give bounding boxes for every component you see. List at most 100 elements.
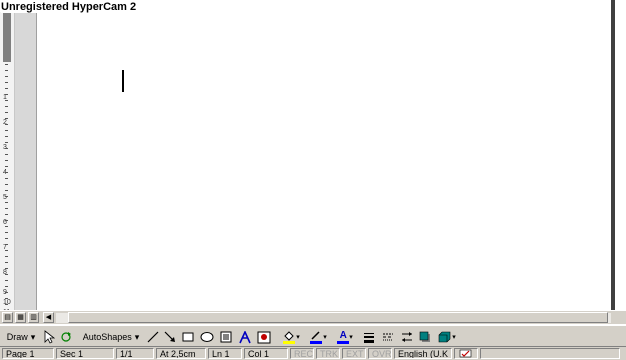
ruler-tick: [5, 88, 8, 89]
shadow-icon[interactable]: [418, 329, 432, 345]
ruler-tick: [5, 262, 8, 263]
web-layout-button[interactable]: ▦: [15, 312, 26, 323]
print-layout-button[interactable]: ▥: [28, 312, 39, 323]
line-icon[interactable]: [146, 329, 160, 345]
3d-icon[interactable]: ▾: [436, 329, 458, 345]
status-language[interactable]: English (U.K: [394, 348, 452, 359]
scroll-left-button[interactable]: ◀: [43, 312, 54, 323]
ruler-tick: [5, 244, 8, 245]
horizontal-scrollbar[interactable]: ▤ ▦ ▥ ◀: [0, 310, 626, 324]
chevron-down-icon: ▾: [349, 334, 353, 341]
arrow-icon[interactable]: [163, 329, 177, 345]
wordart-icon[interactable]: [237, 329, 253, 345]
document-page[interactable]: [37, 0, 611, 310]
autoshapes-label: AutoShapes: [82, 332, 132, 342]
ruler-tick: [5, 76, 8, 77]
ruler-tick: [5, 160, 8, 161]
status-bar: Page 1 Sec 1 1/1 At 2,5cm Ln 1 Col 1 REC…: [0, 347, 626, 360]
ruler-tick: [5, 238, 8, 239]
rectangle-icon[interactable]: [181, 329, 195, 345]
page-left-margin: [15, 12, 37, 310]
ruler-tick: [5, 100, 8, 101]
ruler-tick: [5, 148, 8, 149]
free-rotate-icon[interactable]: [59, 329, 73, 345]
page-right-gap: [615, 0, 626, 310]
chevron-down-icon: ▾: [323, 334, 327, 341]
fill-color-icon[interactable]: ▾: [280, 329, 302, 345]
autoshapes-menu-button[interactable]: AutoShapes ▾: [80, 329, 142, 345]
ruler-tick: [5, 172, 8, 173]
line-color-icon[interactable]: ▾: [307, 329, 329, 345]
line-color-swatch: [310, 341, 323, 344]
ruler-tick: [5, 214, 8, 215]
select-objects-icon[interactable]: [42, 329, 56, 345]
ruler-tick: [5, 196, 8, 197]
ruler-tick: [5, 106, 8, 107]
arrow-style-icon[interactable]: [400, 329, 414, 345]
ruler-margin-top: [3, 12, 11, 62]
oval-icon[interactable]: [199, 329, 215, 345]
clip-art-icon[interactable]: [256, 329, 272, 345]
ruler-tick: [5, 250, 8, 251]
status-page-count: 1/1: [116, 348, 154, 359]
ruler-tick: [5, 220, 8, 221]
status-column: Col 1: [244, 348, 288, 359]
ruler-tick: [5, 274, 8, 275]
ruler-tick: [5, 82, 8, 83]
draw-label: Draw: [6, 332, 28, 342]
ruler-tick: [5, 232, 8, 233]
document-area[interactable]: 1 2 3 4 5 6 7 8 9 10 11: [0, 0, 626, 316]
font-color-icon[interactable]: A ▾: [334, 329, 356, 345]
ruler-tick: [5, 202, 8, 203]
status-line: Ln 1: [208, 348, 242, 359]
fill-color-swatch: [283, 341, 296, 344]
ruler-tick: [5, 184, 8, 185]
line-style-icon[interactable]: [362, 329, 376, 345]
status-section: Sec 1: [56, 348, 114, 359]
ruler-tick: [5, 190, 8, 191]
draw-menu-button[interactable]: Draw ▾: [4, 329, 38, 345]
status-page: Page 1: [2, 348, 54, 359]
hypercam-watermark: Unregistered HyperCam 2: [1, 1, 139, 13]
scroll-thumb[interactable]: [68, 312, 608, 323]
status-empty-panel: [480, 348, 620, 359]
font-color-glyph: A: [339, 329, 347, 341]
text-box-icon[interactable]: [219, 329, 233, 345]
ruler-tick: [5, 256, 8, 257]
ruler-tick: [5, 124, 8, 125]
ruler-tick: [5, 304, 8, 305]
ruler-tick: [5, 178, 8, 179]
ruler-tick: [5, 70, 8, 71]
dash-style-icon[interactable]: [381, 329, 395, 345]
ruler-tick: [5, 130, 8, 131]
text-cursor: [122, 70, 124, 92]
ruler-tick: [5, 94, 8, 95]
status-ext[interactable]: EXT: [342, 348, 366, 359]
ruler-tick: [5, 136, 8, 137]
ruler-tick: [5, 268, 8, 269]
ruler-tick: [5, 64, 8, 65]
ruler-tick: [5, 166, 8, 167]
status-rec[interactable]: REC: [290, 348, 314, 359]
ruler-tick: [5, 118, 8, 119]
chevron-down-icon: ▾: [30, 331, 36, 342]
ruler-tick: [5, 292, 8, 293]
ruler-tick: [5, 208, 8, 209]
ruler-tick: [5, 298, 8, 299]
ruler-tick: [5, 142, 8, 143]
normal-view-button[interactable]: ▤: [2, 312, 13, 323]
font-color-swatch: [337, 340, 350, 344]
status-at: At 2,5cm: [156, 348, 206, 359]
chevron-down-icon: ▾: [452, 334, 456, 341]
ruler-tick: [5, 280, 8, 281]
ruler-tick: [5, 112, 8, 113]
drawing-toolbar: Draw ▾ AutoShapes ▾ ▾ ▾ A ▾ ▾: [0, 325, 626, 347]
status-trk[interactable]: TRK: [316, 348, 340, 359]
status-ovr[interactable]: OVR: [368, 348, 392, 359]
ruler-tick: [5, 226, 8, 227]
ruler-tick: [5, 154, 8, 155]
ruler-tick: [5, 286, 8, 287]
chevron-down-icon: ▾: [134, 331, 140, 342]
vertical-ruler[interactable]: 1 2 3 4 5 6 7 8 9 10 11: [0, 12, 15, 316]
spelling-status-icon[interactable]: [454, 348, 478, 359]
